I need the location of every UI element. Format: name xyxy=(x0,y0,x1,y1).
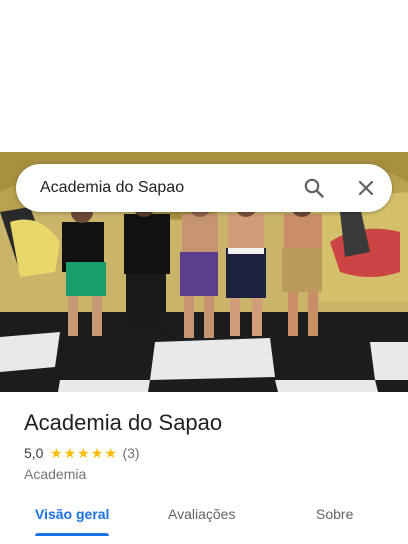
search-icon[interactable] xyxy=(302,176,326,200)
search-box[interactable]: Academia do Sapao xyxy=(16,164,392,212)
search-input[interactable]: Academia do Sapao xyxy=(40,178,184,198)
star-icon: ★ xyxy=(104,445,117,461)
star-icon: ★ xyxy=(90,445,104,461)
star-icon: ★ xyxy=(49,445,63,461)
place-category[interactable]: Academia xyxy=(24,465,86,483)
star-rating: ★ ★ ★ ★ ★ xyxy=(49,446,117,460)
star-icon: ★ xyxy=(77,445,90,461)
tab-reviews[interactable]: Avaliações xyxy=(168,505,235,523)
close-icon[interactable] xyxy=(354,176,378,200)
tab-about[interactable]: Sobre xyxy=(316,505,353,523)
star-icon: ★ xyxy=(63,445,77,461)
rating-row[interactable]: 5,0 ★ ★ ★ ★ ★ (3) xyxy=(24,444,140,462)
rating-value: 5,0 xyxy=(24,445,44,461)
review-count[interactable]: (3) xyxy=(122,444,139,462)
active-tab-indicator xyxy=(35,533,109,536)
place-title: Academia do Sapao xyxy=(24,410,223,435)
tab-bar: Visão geral Avaliações Sobre xyxy=(0,496,408,544)
tab-overview[interactable]: Visão geral xyxy=(35,505,109,523)
